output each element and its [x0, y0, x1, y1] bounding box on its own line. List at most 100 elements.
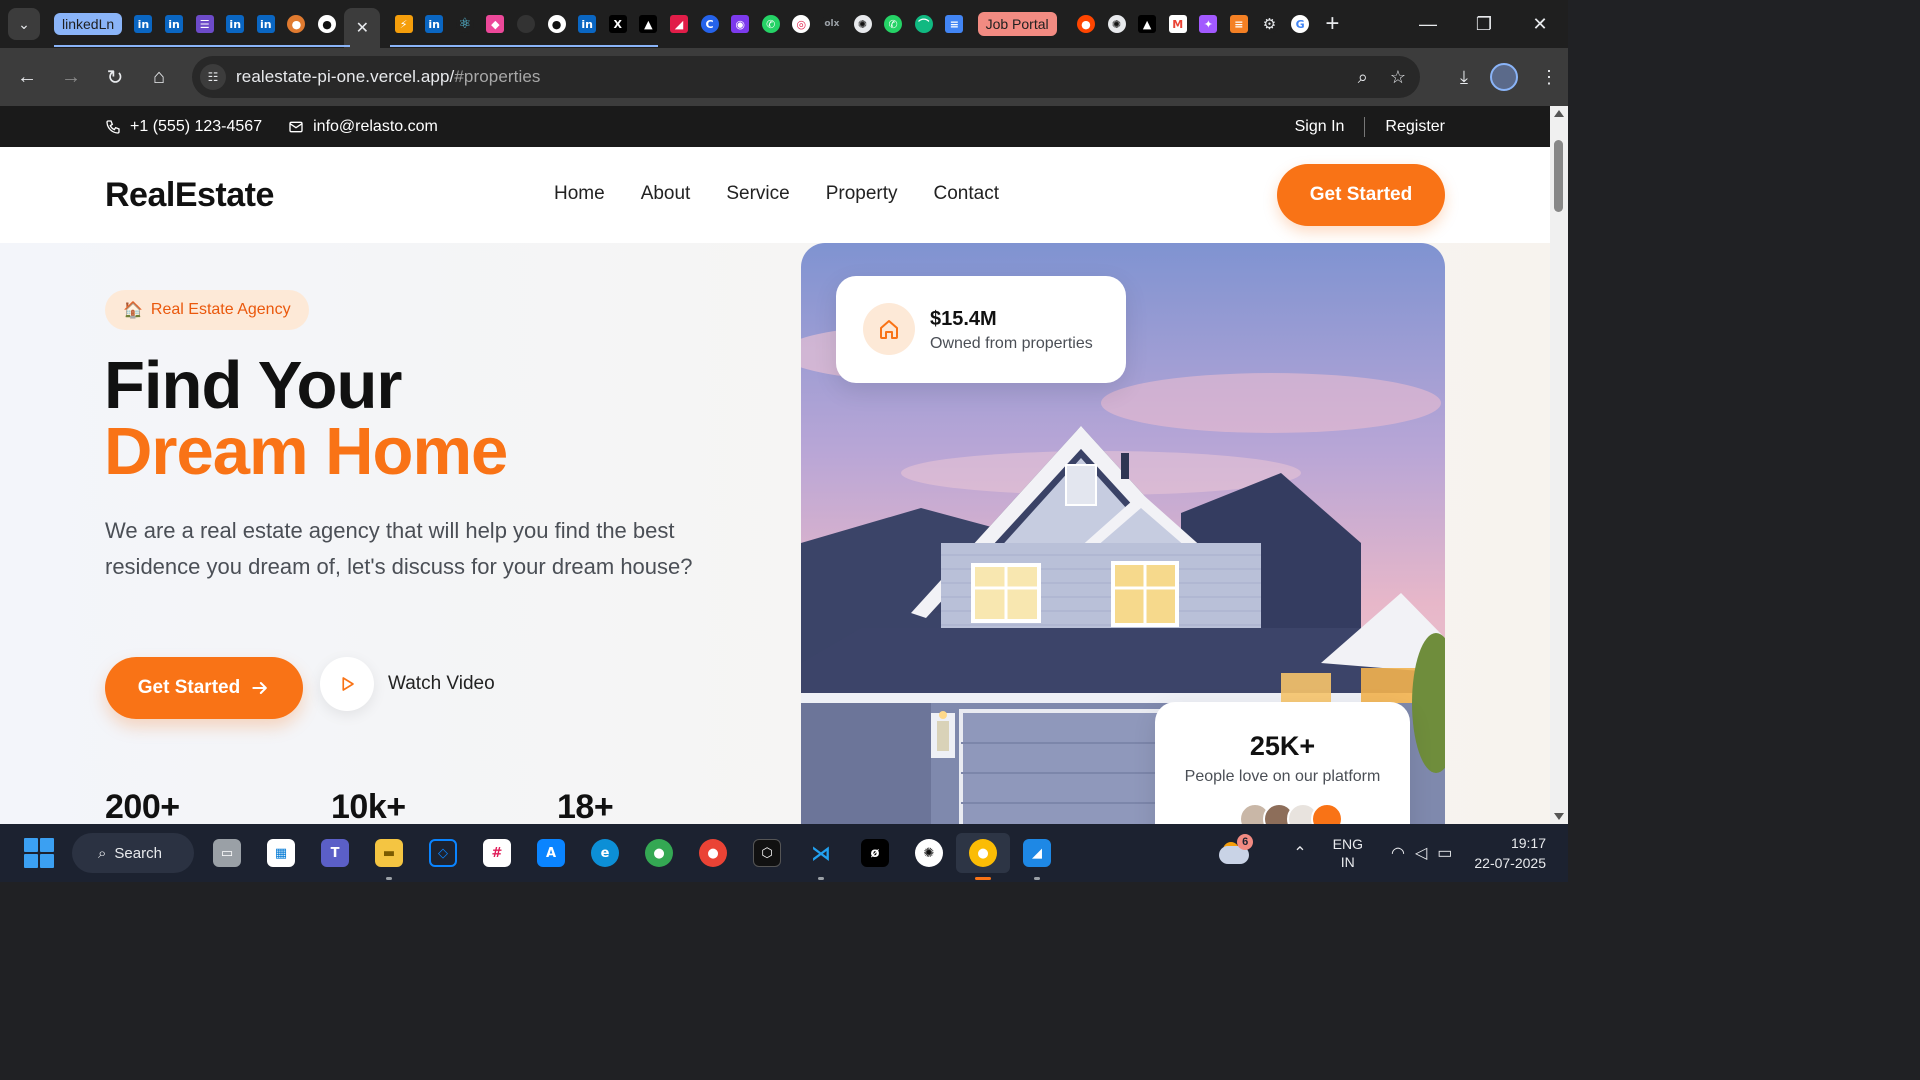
azure-app[interactable]: A: [524, 833, 578, 873]
chrome-dev-app[interactable]: ●: [632, 833, 686, 873]
profile-avatar[interactable]: [1490, 63, 1518, 91]
vs-app[interactable]: ◇: [416, 833, 470, 873]
tab-list[interactable]: ☰: [189, 9, 220, 39]
teams-app[interactable]: T: [308, 833, 362, 873]
tab-search-button[interactable]: ⌄: [8, 8, 40, 40]
email-contact[interactable]: info@relasto.com: [288, 118, 438, 136]
tab-chatgpt-2[interactable]: ✺: [1101, 9, 1132, 39]
tab-stackoverflow[interactable]: ≡: [1224, 9, 1255, 39]
get-started-nav-button[interactable]: Get Started: [1277, 164, 1445, 226]
clock[interactable]: 19:17 22-07-2025: [1474, 833, 1546, 873]
tab-docs[interactable]: ≡: [939, 9, 970, 39]
weather-widget[interactable]: 6: [1217, 834, 1254, 868]
get-started-hero-button[interactable]: Get Started: [105, 657, 303, 719]
tab-group-linkedin[interactable]: linkedLn: [54, 13, 123, 35]
tab-settings[interactable]: ⚙: [1254, 9, 1285, 39]
avatar-stack: [1239, 803, 1343, 824]
tab-target[interactable]: ◎: [786, 9, 817, 39]
tab-linkedin-1[interactable]: in: [128, 9, 159, 39]
download-icon[interactable]: ⤓: [1460, 67, 1468, 88]
back-button[interactable]: ←: [5, 57, 49, 97]
tab-triangle[interactable]: ▲: [633, 9, 664, 39]
chatgpt-app[interactable]: ✺: [902, 833, 956, 873]
address-bar[interactable]: ☷ realestate-pi-one.vercel.app/#properti…: [192, 56, 1420, 98]
nav-contact[interactable]: Contact: [934, 183, 999, 205]
hero-title-line1: Find Your: [104, 348, 402, 423]
nav-property[interactable]: Property: [826, 183, 898, 205]
google-icon: G: [1291, 15, 1310, 33]
cursor-app[interactable]: ø: [848, 833, 902, 873]
tab-bolt[interactable]: ⚡: [388, 9, 419, 39]
photos-app[interactable]: ◢: [1010, 833, 1064, 880]
start-button[interactable]: [24, 838, 54, 868]
scroll-down-arrow[interactable]: [1554, 813, 1564, 820]
language-indicator[interactable]: ENG IN: [1333, 835, 1363, 871]
bookmark-star-icon[interactable]: ☆: [1390, 67, 1406, 88]
tab-github-2[interactable]: ●: [541, 9, 572, 39]
file-explorer-app[interactable]: ▬: [362, 833, 416, 880]
register-link[interactable]: Register: [1385, 118, 1445, 136]
watch-video-button[interactable]: Watch Video: [320, 657, 495, 711]
tab-reddit[interactable]: ●: [1071, 9, 1102, 39]
chrome-app[interactable]: ●: [686, 833, 740, 873]
triangle-icon: ▲: [639, 15, 658, 33]
show-hidden-icons-button[interactable]: ⌃: [1293, 843, 1306, 863]
reload-button[interactable]: ↻: [93, 57, 137, 97]
tab-whatsapp[interactable]: ✆: [755, 9, 786, 39]
scroll-up-arrow[interactable]: [1554, 110, 1564, 117]
menu-dots-icon[interactable]: ⋮: [1540, 67, 1558, 88]
tab-blank[interactable]: [511, 9, 542, 39]
tab-chatgpt[interactable]: ✺: [847, 9, 878, 39]
tab-whatsapp-2[interactable]: ✆: [878, 9, 909, 39]
task-view-app[interactable]: ▭: [200, 833, 254, 873]
tab-avatar[interactable]: ●: [281, 9, 312, 39]
tab-tool[interactable]: ◉: [725, 9, 756, 39]
tab-c[interactable]: C: [694, 9, 725, 39]
url-text[interactable]: realestate-pi-one.vercel.app/#properties: [236, 67, 541, 87]
nav-about[interactable]: About: [641, 183, 691, 205]
slack-app[interactable]: #: [470, 833, 524, 873]
tab-triangle-2[interactable]: ▲: [1132, 9, 1163, 39]
edge-app[interactable]: e: [578, 833, 632, 873]
tab-github[interactable]: ●: [312, 9, 343, 39]
phone-contact[interactable]: +1 (555) 123-4567: [105, 118, 262, 136]
tab-flame[interactable]: ◆: [480, 9, 511, 39]
tab-google[interactable]: G: [1285, 9, 1316, 39]
restore-button[interactable]: ❐: [1456, 0, 1512, 48]
page-scrollbar[interactable]: [1550, 106, 1568, 824]
tab-figma[interactable]: ✦: [1193, 9, 1224, 39]
site-logo[interactable]: RealEstate: [105, 176, 274, 215]
chrome-active-app[interactable]: ●: [956, 833, 1010, 880]
tab-x[interactable]: X: [602, 9, 633, 39]
nav-service[interactable]: Service: [726, 183, 789, 205]
scroll-thumb[interactable]: [1554, 140, 1563, 212]
sign-in-link[interactable]: Sign In: [1295, 118, 1345, 136]
site-info-icon[interactable]: ☷: [200, 64, 226, 90]
tab-linkedin-5[interactable]: in: [419, 9, 450, 39]
play-button[interactable]: [320, 657, 374, 711]
tab-olx[interactable]: olx: [817, 9, 848, 39]
github-icon: ●: [547, 15, 566, 33]
close-window-button[interactable]: ✕: [1512, 0, 1568, 48]
store-app[interactable]: ▦: [254, 833, 308, 873]
status-icons[interactable]: ◠ ◁ ▭: [1391, 843, 1452, 863]
tab-linkedin-4[interactable]: in: [251, 9, 282, 39]
vscode-app[interactable]: ⋊: [794, 833, 848, 880]
home-button[interactable]: ⌂: [137, 57, 181, 97]
tab-react[interactable]: ⚛: [450, 9, 481, 39]
taskbar-search[interactable]: ⌕ Search: [72, 833, 194, 873]
tab-linkedin-6[interactable]: in: [572, 9, 603, 39]
minimize-button[interactable]: —: [1400, 0, 1456, 48]
tab-linkedin-3[interactable]: in: [220, 9, 251, 39]
box-app[interactable]: ⬡: [740, 833, 794, 873]
tab-linkedin-2[interactable]: in: [159, 9, 190, 39]
new-tab-button[interactable]: +: [1325, 10, 1339, 38]
tab-gmail[interactable]: M: [1162, 9, 1193, 39]
tab-active-close[interactable]: ✕: [344, 8, 381, 48]
tab-group-job-portal[interactable]: Job Portal: [977, 12, 1057, 36]
tab-dome[interactable]: ⌒: [908, 9, 939, 39]
forward-button[interactable]: →: [49, 57, 93, 97]
nav-home[interactable]: Home: [554, 183, 605, 205]
zoom-icon[interactable]: ⌕: [1358, 67, 1368, 88]
tab-fish[interactable]: ◢: [664, 9, 695, 39]
